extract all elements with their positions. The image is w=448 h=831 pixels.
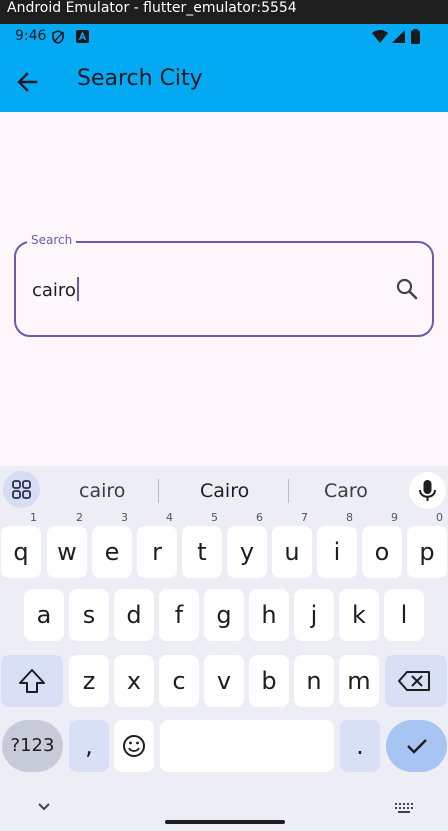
keyboard-switch-icon[interactable] — [393, 801, 415, 815]
suggestion-3[interactable]: Caro — [324, 480, 368, 502]
vpn-shield-icon — [52, 30, 64, 44]
symbols-key[interactable]: ?123 — [2, 720, 63, 772]
wifi-icon — [372, 30, 388, 43]
key-r[interactable]: r4 — [137, 512, 177, 578]
enter-key[interactable] — [386, 720, 447, 772]
key-i[interactable]: i8 — [317, 512, 357, 578]
key-l[interactable]: l — [384, 589, 424, 641]
shift-key[interactable] — [1, 655, 63, 707]
checkmark-icon — [407, 739, 427, 754]
window-titlebar: Android Emulator - flutter_emulator:5554 — [0, 0, 448, 24]
grid-apps-icon — [12, 480, 31, 499]
suggestion-2[interactable]: Cairo — [200, 480, 249, 502]
backspace-key[interactable] — [385, 655, 447, 707]
search-icon[interactable] — [394, 276, 420, 302]
back-arrow-icon[interactable] — [14, 68, 42, 96]
soft-keyboard: cairo Cairo Caro q1 w2 e3 r4 t5 y6 u7 i8… — [0, 466, 448, 831]
suggestion-strip: cairo Cairo Caro — [0, 466, 448, 516]
key-x[interactable]: x — [114, 655, 154, 707]
key-g[interactable]: g — [204, 589, 244, 641]
period-key[interactable]: . — [340, 720, 380, 772]
status-time: 9:46 — [15, 28, 47, 44]
key-t[interactable]: t5 — [182, 512, 222, 578]
search-field-label: Search — [27, 233, 77, 247]
key-b[interactable]: b — [249, 655, 289, 707]
app-notification-icon — [76, 30, 89, 43]
cellular-signal-icon — [392, 30, 405, 43]
key-z[interactable]: z — [69, 655, 109, 707]
key-v[interactable]: v — [204, 655, 244, 707]
emoji-icon — [123, 735, 145, 757]
key-h[interactable]: h — [249, 589, 289, 641]
hide-keyboard-chevron-icon[interactable] — [34, 800, 54, 814]
suggestion-1[interactable]: cairo — [79, 480, 125, 502]
shift-arrow-icon — [19, 669, 45, 693]
window-title: Android Emulator - flutter_emulator:5554 — [7, 0, 297, 16]
key-w[interactable]: w2 — [47, 512, 87, 578]
app-bar: Search City — [0, 50, 448, 112]
key-c[interactable]: c — [159, 655, 199, 707]
emoji-key[interactable] — [114, 720, 154, 772]
comma-key[interactable]: , — [69, 720, 109, 772]
key-q[interactable]: q1 — [1, 512, 41, 578]
key-m[interactable]: m — [339, 655, 379, 707]
key-e[interactable]: e3 — [92, 512, 132, 578]
key-u[interactable]: u7 — [272, 512, 312, 578]
key-y[interactable]: y6 — [227, 512, 267, 578]
battery-icon — [411, 29, 420, 44]
voice-input-button[interactable] — [409, 472, 446, 509]
microphone-icon — [419, 480, 436, 501]
suggestion-divider — [288, 479, 289, 503]
key-d[interactable]: d — [114, 589, 154, 641]
key-s[interactable]: s — [69, 589, 109, 641]
page-title: Search City — [77, 66, 203, 91]
backspace-icon — [398, 671, 430, 691]
status-bar: 9:46 — [0, 24, 448, 50]
text-caret — [76, 277, 79, 301]
search-input[interactable]: cairo — [32, 277, 79, 301]
key-j[interactable]: j — [294, 589, 334, 641]
key-a[interactable]: a — [24, 589, 64, 641]
home-gesture-pill[interactable] — [165, 820, 285, 824]
key-n[interactable]: n — [294, 655, 334, 707]
keyboard-menu-button[interactable] — [3, 471, 40, 508]
key-k[interactable]: k — [339, 589, 379, 641]
key-f[interactable]: f — [159, 589, 199, 641]
suggestion-divider — [158, 479, 159, 503]
key-o[interactable]: o9 — [362, 512, 402, 578]
search-input-value: cairo — [32, 280, 76, 301]
space-key[interactable] — [160, 720, 334, 772]
key-p[interactable]: p0 — [407, 512, 447, 578]
